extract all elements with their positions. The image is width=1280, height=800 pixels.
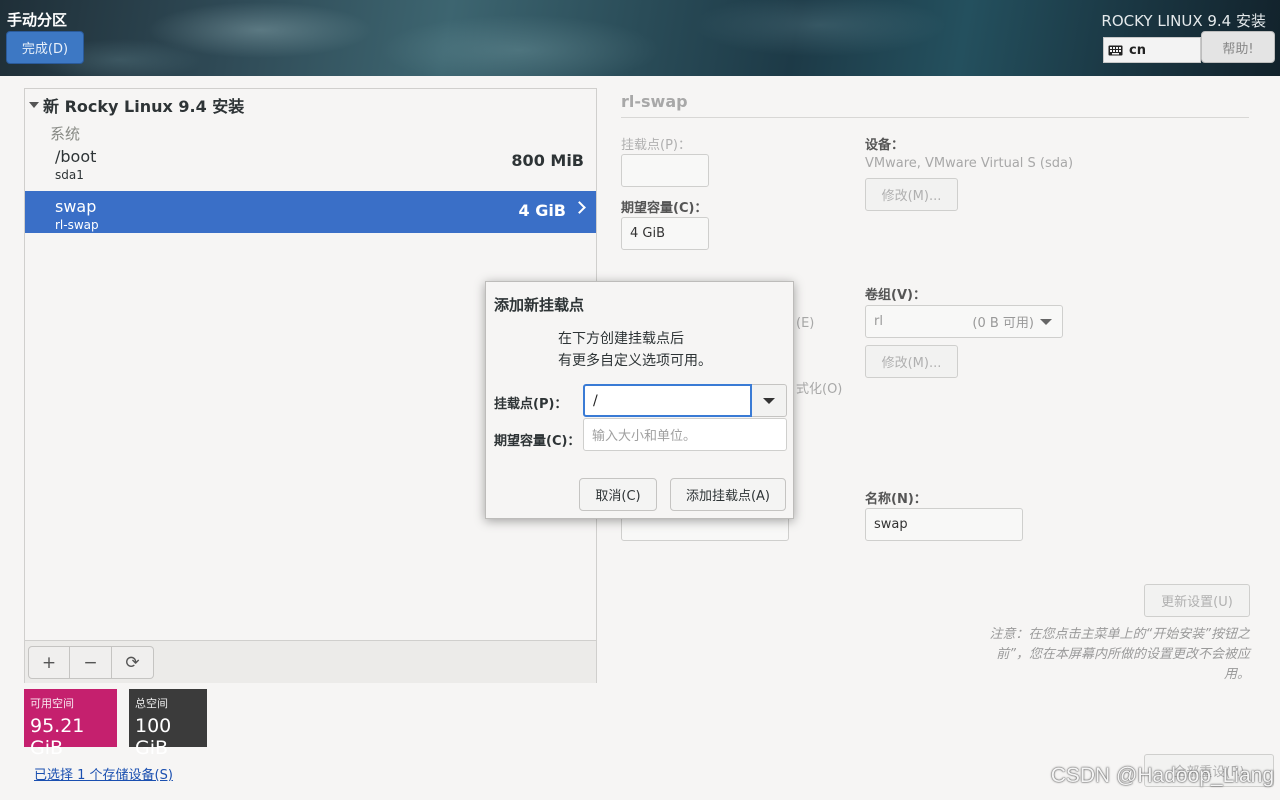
available-space-box: 可用空间 95.21 GiB bbox=[24, 689, 117, 759]
add-mount-point-dialog: 添加新挂载点 在下方创建挂载点后 有更多自定义选项可用。 挂载点(P)： / 期… bbox=[485, 281, 794, 519]
product-title: ROCKY LINUX 9.4 安装 bbox=[1101, 12, 1266, 30]
device-label: 设备： bbox=[865, 138, 905, 153]
chevron-right-icon bbox=[573, 201, 586, 214]
dialog-message-line: 在下方创建挂载点后 bbox=[558, 331, 684, 347]
partition-size: 800 MiB bbox=[511, 151, 584, 170]
keyboard-layout-indicator[interactable]: cn bbox=[1103, 37, 1201, 63]
partition-name: swap bbox=[55, 197, 97, 216]
dialog-message: 在下方创建挂载点后 有更多自定义选项可用。 bbox=[558, 328, 712, 372]
partition-device: rl-swap bbox=[55, 218, 99, 232]
details-title: rl-swap bbox=[621, 92, 688, 111]
total-space-label: 总空间 bbox=[135, 697, 168, 710]
remove-partition-button[interactable]: − bbox=[70, 646, 112, 679]
dropdown-arrow-icon bbox=[763, 397, 775, 404]
volume-group-select[interactable]: rl (0 B 可用) bbox=[865, 305, 1063, 338]
name-field[interactable]: swap bbox=[865, 508, 1023, 541]
keyboard-icon bbox=[1108, 45, 1123, 55]
dropdown-arrow-icon bbox=[1040, 318, 1052, 325]
capacity-field[interactable]: 4 GiB bbox=[621, 217, 709, 250]
add-partition-button[interactable]: + bbox=[28, 646, 70, 679]
encrypt-label-fragment: (E) bbox=[796, 316, 815, 331]
cancel-button[interactable]: 取消(C) bbox=[579, 478, 657, 511]
installation-root-label: 新 Rocky Linux 9.4 安装 bbox=[43, 97, 245, 116]
available-space-label: 可用空间 bbox=[30, 697, 74, 710]
volume-group-free: (0 B 可用) bbox=[972, 316, 1034, 331]
header-bar: 手动分区 完成(D) ROCKY LINUX 9.4 安装 cn 帮助! bbox=[0, 0, 1280, 76]
partition-size: 4 GiB bbox=[518, 201, 566, 220]
dialog-capacity-label: 期望容量(C)： bbox=[494, 434, 581, 449]
partition-device: sda1 bbox=[55, 168, 84, 182]
page-title: 手动分区 bbox=[7, 11, 68, 29]
volume-group-label: 卷组(V)： bbox=[865, 288, 926, 303]
settings-note-line: 用。 bbox=[1223, 667, 1250, 682]
partition-row-swap[interactable]: swap rl-swap 4 GiB bbox=[25, 191, 596, 233]
capacity-input[interactable]: 输入大小和单位。 bbox=[583, 418, 787, 451]
done-button[interactable]: 完成(D) bbox=[6, 31, 84, 64]
mount-point-input[interactable]: / bbox=[583, 384, 752, 417]
storage-devices-link[interactable]: 已选择 1 个存储设备(S) bbox=[34, 764, 173, 783]
help-button[interactable]: 帮助! bbox=[1201, 31, 1275, 63]
total-space-box: 总空间 100 GiB bbox=[129, 689, 207, 759]
settings-note-line: 前”，您在本屏幕内所做的设置更改不会被应 bbox=[996, 647, 1250, 662]
device-value: VMware, VMware Virtual S (sda) bbox=[865, 156, 1074, 171]
dialog-title: 添加新挂载点 bbox=[494, 296, 585, 314]
available-space-value: 95.21 GiB bbox=[30, 715, 85, 759]
mount-point-field[interactable] bbox=[621, 154, 709, 187]
total-space-value: 100 GiB bbox=[135, 715, 172, 759]
name-label: 名称(N)： bbox=[865, 492, 927, 507]
update-settings-button[interactable]: 更新设置(U) bbox=[1144, 584, 1250, 617]
modify-device-button[interactable]: 修改(M)... bbox=[865, 178, 958, 211]
modify-volume-group-button[interactable]: 修改(M)... bbox=[865, 345, 958, 378]
partition-name: /boot bbox=[55, 147, 97, 166]
capacity-label: 期望容量(C)： bbox=[621, 201, 708, 216]
settings-note-line: 注意：在您点击主菜单上的“开始安装”按钮之 bbox=[989, 627, 1250, 642]
partition-toolbar: + − ⟳ bbox=[25, 640, 596, 683]
keyboard-layout-value: cn bbox=[1129, 42, 1146, 58]
watermark-text: CSDN @Hadoop_Liang bbox=[1050, 764, 1274, 787]
installation-root[interactable]: 新 Rocky Linux 9.4 安装 bbox=[29, 93, 244, 117]
volume-group-value: rl bbox=[874, 314, 883, 329]
expander-icon[interactable] bbox=[29, 102, 39, 108]
add-mount-point-button[interactable]: 添加挂载点(A) bbox=[670, 478, 786, 511]
dialog-mount-label: 挂载点(P)： bbox=[494, 397, 568, 412]
format-label-fragment: 式化(O) bbox=[796, 382, 843, 397]
mount-point-label: 挂载点(P)： bbox=[621, 138, 691, 153]
dialog-message-line: 有更多自定义选项可用。 bbox=[558, 353, 712, 369]
details-divider bbox=[621, 117, 1249, 118]
refresh-button[interactable]: ⟳ bbox=[112, 646, 154, 679]
settings-note: 注意：在您点击主菜单上的“开始安装”按钮之 前”，您在本屏幕内所做的设置更改不会… bbox=[960, 625, 1250, 685]
partition-row-boot[interactable]: /boot sda1 800 MiB bbox=[25, 141, 596, 183]
mount-point-dropdown-button[interactable] bbox=[752, 384, 787, 417]
mount-point-combo: / bbox=[583, 384, 787, 417]
